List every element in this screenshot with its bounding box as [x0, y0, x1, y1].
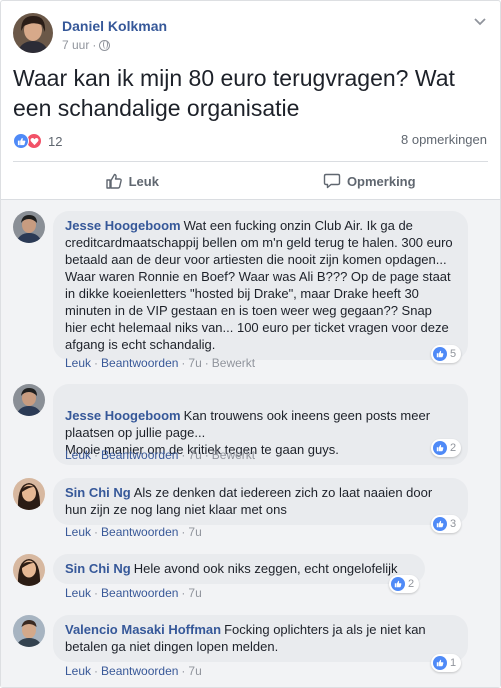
commenter-avatar[interactable] — [13, 211, 45, 243]
like-icon — [433, 656, 447, 670]
author-name[interactable]: Daniel Kolkman — [62, 18, 167, 34]
like-button[interactable]: Leuk — [13, 163, 251, 199]
comment-button-label: Opmerking — [346, 173, 416, 189]
meta-separator: · — [92, 38, 97, 52]
post-actions: Leuk Opmerking — [13, 163, 488, 199]
comment-actions: Leuk · Beantwoorden · 7u — [65, 525, 202, 539]
comment-reactions[interactable]: 2 — [431, 439, 462, 457]
comment-edited[interactable]: Bewerkt — [212, 448, 255, 462]
comment-actions: Leuk · Beantwoorden · 7u · Bewerkt — [65, 356, 256, 370]
reaction-count: 12 — [48, 133, 63, 149]
comment-like-link[interactable]: Leuk — [65, 525, 91, 539]
reactions-summary[interactable]: 12 — [13, 131, 62, 151]
post-card: Daniel Kolkman 7 uur · Waar kan ik mijn … — [0, 0, 501, 688]
author-avatar[interactable] — [13, 13, 53, 53]
comment-reply-link[interactable]: Beantwoorden — [101, 525, 178, 539]
post-meta: 7 uur · — [62, 38, 111, 52]
like-icon — [391, 577, 405, 591]
commenter-name[interactable]: Sin Chi Ng — [65, 485, 131, 500]
commenter-name[interactable]: Valencio Masaki Hoffman — [65, 622, 221, 637]
speech-bubble-icon — [323, 173, 341, 189]
comment-actions: Leuk · Beantwoorden · 7u — [65, 586, 202, 600]
comment-reply-link[interactable]: Beantwoorden — [101, 448, 178, 462]
reaction-count: 2 — [450, 442, 457, 454]
commenter-name[interactable]: Jesse Hoogeboom — [65, 408, 181, 423]
commenter-avatar[interactable] — [13, 384, 45, 416]
comment-time[interactable]: 7u — [188, 356, 201, 370]
commenter-name[interactable]: Sin Chi Ng — [65, 561, 131, 576]
comment-reactions[interactable]: 3 — [431, 515, 462, 533]
comment-time[interactable]: 7u — [188, 525, 201, 539]
comment-time[interactable]: 7u — [188, 586, 201, 600]
comment-time[interactable]: 7u — [188, 448, 201, 462]
comment-time[interactable]: 7u — [188, 664, 201, 678]
comment-reactions[interactable]: 5 — [431, 345, 462, 363]
comment-bubble: Valencio Masaki Hoffman Focking oplichter… — [53, 615, 468, 662]
like-button-label: Leuk — [128, 173, 159, 189]
comment-like-link[interactable]: Leuk — [65, 586, 91, 600]
reaction-count: 3 — [450, 518, 457, 530]
comment-actions: Leuk · Beantwoorden · 7u · Bewerkt — [65, 448, 256, 462]
comment-bubble: Jesse Hoogeboom Wat een fucking onzin Clu… — [53, 211, 468, 360]
comment-actions: Leuk · Beantwoorden · 7u — [65, 664, 202, 678]
like-icon — [13, 133, 29, 149]
comment-text: Wat een fucking onzin Club Air. Ik ga de… — [65, 218, 453, 352]
chevron-down-icon[interactable] — [474, 13, 486, 29]
like-icon — [433, 517, 447, 531]
post-header: Daniel Kolkman 7 uur · — [13, 13, 488, 57]
comment-bubble: Sin Chi Ng Hele avond ook niks zeggen, ec… — [53, 554, 425, 584]
commenter-name[interactable]: Jesse Hoogeboom — [65, 218, 181, 233]
comment-bubble: Sin Chi Ng Als ze denken dat iedereen zic… — [53, 478, 468, 525]
post-time[interactable]: 7 uur — [62, 38, 89, 52]
divider — [13, 161, 488, 162]
comment-button[interactable]: Opmerking — [251, 163, 489, 199]
thumbs-up-icon — [105, 173, 122, 189]
globe-icon[interactable] — [99, 39, 111, 51]
like-icon — [433, 347, 447, 361]
comment-reply-link[interactable]: Beantwoorden — [101, 586, 178, 600]
comment-text: Hele avond ook niks zeggen, echt ongelof… — [133, 561, 398, 576]
comment-like-link[interactable]: Leuk — [65, 356, 91, 370]
comment-like-link[interactable]: Leuk — [65, 664, 91, 678]
comment-reply-link[interactable]: Beantwoorden — [101, 664, 178, 678]
post-text: Waar kan ik mijn 80 euro terugvragen? Wa… — [13, 65, 455, 121]
commenter-avatar[interactable] — [13, 554, 45, 586]
comment-reactions[interactable]: 1 — [431, 654, 462, 672]
reaction-count: 5 — [450, 348, 457, 360]
comment-reply-link[interactable]: Beantwoorden — [101, 356, 178, 370]
reaction-count: 2 — [408, 578, 415, 590]
reaction-count: 1 — [450, 657, 457, 669]
like-icon — [433, 441, 447, 455]
commenter-avatar[interactable] — [13, 478, 45, 510]
comment-reactions[interactable]: 2 — [389, 575, 420, 593]
comment-like-link[interactable]: Leuk — [65, 448, 91, 462]
comments-count-link[interactable]: 8 opmerkingen — [401, 132, 487, 147]
commenter-avatar[interactable] — [13, 615, 45, 647]
comment-edited[interactable]: Bewerkt — [212, 356, 255, 370]
